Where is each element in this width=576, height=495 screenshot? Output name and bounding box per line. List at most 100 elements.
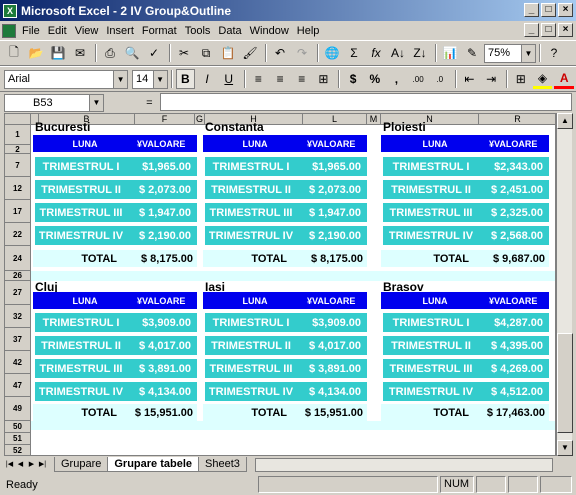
row-header[interactable]: 49 (5, 397, 31, 421)
formula-input[interactable] (160, 93, 572, 111)
row-header[interactable]: 2 (5, 145, 31, 154)
table-row[interactable]: TRIMESTRUL I $1,965.00 (205, 157, 367, 176)
scroll-down-icon[interactable]: ▼ (557, 440, 573, 456)
doc-restore-button[interactable]: □ (541, 23, 556, 37)
print-icon[interactable]: ⎙ (100, 43, 120, 63)
table-row[interactable]: TRIMESTRUL IV $ 4,134.00 (35, 382, 197, 401)
align-right-icon[interactable]: ≡ (292, 69, 312, 89)
sort-descending-icon[interactable]: Z↓ (410, 43, 430, 63)
col-header-m[interactable]: M (367, 114, 381, 125)
row-header[interactable]: 24 (5, 246, 31, 271)
row-header[interactable]: 47 (5, 374, 31, 397)
drawing-icon[interactable]: ✎ (462, 43, 482, 63)
table-row[interactable]: TRIMESTRUL II $ 4,017.00 (205, 336, 367, 355)
table-row[interactable]: TRIMESTRUL IV $ 2,568.00 (383, 226, 549, 245)
open-icon[interactable]: 📂 (26, 43, 46, 63)
percent-button[interactable]: % (365, 69, 385, 89)
maximize-button[interactable]: □ (541, 3, 556, 17)
row-header[interactable]: 32 (5, 305, 31, 328)
last-sheet-icon[interactable]: ▶| (37, 458, 48, 471)
paste-icon[interactable]: 📋 (218, 43, 238, 63)
document-icon[interactable] (2, 23, 16, 38)
table-row[interactable]: TRIMESTRUL II $ 4,395.00 (383, 336, 549, 355)
currency-button[interactable]: $ (343, 69, 363, 89)
fill-color-icon[interactable]: ◈ (532, 69, 553, 89)
menu-tools[interactable]: Tools (181, 25, 215, 37)
doc-close-button[interactable]: × (558, 23, 573, 37)
scroll-up-icon[interactable]: ▲ (557, 113, 573, 129)
col-header-f[interactable]: F (135, 114, 195, 125)
table-row[interactable]: TRIMESTRUL IV $ 4,134.00 (205, 382, 367, 401)
table-row[interactable]: TRIMESTRUL I $4,287.00 (383, 313, 549, 332)
save-icon[interactable]: 💾 (48, 43, 68, 63)
row-header[interactable]: 22 (5, 223, 31, 246)
merge-center-icon[interactable]: ⊞ (314, 69, 334, 89)
permission-icon[interactable]: ✉ (70, 43, 90, 63)
menu-file[interactable]: File (18, 25, 44, 37)
align-center-icon[interactable]: ≡ (270, 69, 290, 89)
spreadsheet-grid[interactable]: B F G H L M N R 1 2 7 12 17 22 24 26 27 … (4, 113, 556, 456)
row-header[interactable]: 52 (5, 445, 31, 455)
table-row[interactable]: TRIMESTRUL III $ 4,269.00 (383, 359, 549, 378)
total-row[interactable]: TOTAL $ 15,951.00 (33, 404, 197, 421)
doc-minimize-button[interactable]: _ (524, 23, 539, 37)
row-header[interactable]: 37 (5, 328, 31, 351)
row-header[interactable]: 42 (5, 351, 31, 374)
col-header-r[interactable]: R (479, 114, 555, 125)
italic-button[interactable]: I (197, 69, 217, 89)
total-row[interactable]: TOTAL $ 8,175.00 (33, 250, 197, 267)
table-row[interactable]: TRIMESTRUL I $3,909.00 (35, 313, 197, 332)
font-size-select[interactable]: 14 ▼ (132, 69, 168, 89)
hyperlink-icon[interactable]: 🌐 (322, 43, 342, 63)
copy-icon[interactable]: ⧉ (196, 43, 216, 63)
total-row[interactable]: TOTAL $ 9,687.00 (381, 250, 549, 267)
row-header[interactable]: 26 (5, 271, 31, 281)
font-select[interactable]: Arial ▼ (4, 69, 129, 89)
total-row[interactable]: TOTAL $ 15,951.00 (203, 404, 367, 421)
table-row[interactable]: TRIMESTRUL II $ 2,073.00 (205, 180, 367, 199)
table-row[interactable]: TRIMESTRUL II $ 2,073.00 (35, 180, 197, 199)
table-row[interactable]: TRIMESTRUL IV $ 4,512.00 (383, 382, 549, 401)
menu-insert[interactable]: Insert (102, 25, 138, 37)
table-row[interactable]: TRIMESTRUL IV $ 2,190.00 (35, 226, 197, 245)
table-row[interactable]: TRIMESTRUL III $ 1,947.00 (205, 203, 367, 222)
decrease-decimal-icon[interactable]: .0 (430, 69, 450, 89)
total-row[interactable]: TOTAL $ 8,175.00 (203, 250, 367, 267)
table-row[interactable]: TRIMESTRUL II $ 4,017.00 (35, 336, 197, 355)
close-button[interactable]: × (558, 3, 573, 17)
font-color-icon[interactable]: A (554, 69, 574, 89)
undo-icon[interactable]: ↶ (270, 43, 290, 63)
row-header[interactable]: 51 (5, 433, 31, 445)
excel-app-icon[interactable]: X (3, 3, 17, 18)
table-row[interactable]: TRIMESTRUL III $ 2,325.00 (383, 203, 549, 222)
prev-sheet-icon[interactable]: ◀ (15, 458, 26, 471)
print-preview-icon[interactable]: 🔍 (122, 43, 142, 63)
row-header[interactable]: 12 (5, 177, 31, 200)
table-row[interactable]: TRIMESTRUL I $2,343.00 (383, 157, 549, 176)
row-header[interactable]: 27 (5, 281, 31, 305)
increase-indent-icon[interactable]: ⇥ (481, 69, 501, 89)
new-icon[interactable]: 🗋 (4, 43, 24, 63)
help-icon[interactable]: ? (544, 43, 564, 63)
table-row[interactable]: TRIMESTRUL III $ 1,947.00 (35, 203, 197, 222)
scroll-thumb[interactable] (557, 333, 573, 433)
chart-wizard-icon[interactable]: 📊 (440, 43, 460, 63)
table-row[interactable]: TRIMESTRUL I $1,965.00 (35, 157, 197, 176)
decrease-indent-icon[interactable]: ⇤ (460, 69, 480, 89)
menu-help[interactable]: Help (293, 25, 324, 37)
table-row[interactable]: TRIMESTRUL II $ 2,451.00 (383, 180, 549, 199)
sort-ascending-icon[interactable]: A↓ (388, 43, 408, 63)
comma-button[interactable]: , (387, 69, 407, 89)
name-box[interactable]: B53 ▼ (4, 93, 104, 112)
bold-button[interactable]: B (175, 69, 196, 89)
row-header[interactable]: 17 (5, 200, 31, 223)
col-header-g[interactable]: G (195, 114, 205, 125)
next-sheet-icon[interactable]: ▶ (26, 458, 37, 471)
borders-icon[interactable]: ⊞ (511, 69, 531, 89)
cut-icon[interactable]: ✂ (174, 43, 194, 63)
sheet-tab-grupare[interactable]: Grupare (54, 457, 109, 472)
autosum-icon[interactable]: Σ (344, 43, 364, 63)
sheet-tab-sheet3[interactable]: Sheet3 (198, 457, 247, 472)
horizontal-scrollbar[interactable] (255, 458, 553, 472)
increase-decimal-icon[interactable]: .00 (408, 69, 428, 89)
